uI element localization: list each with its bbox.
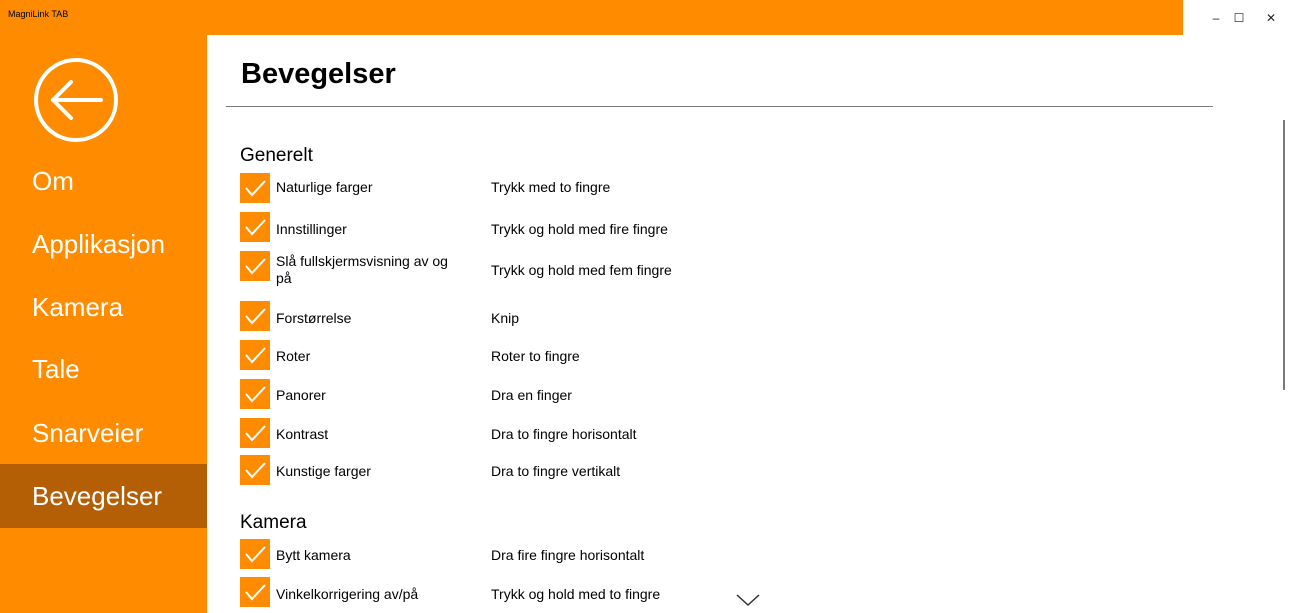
sidebar-item-applikasjon[interactable]: Applikasjon bbox=[0, 212, 207, 276]
gesture-row: Slå fullskjermsvisning av og på Trykk og… bbox=[240, 249, 940, 291]
checkmark-icon bbox=[245, 258, 266, 275]
sidebar-item-kamera[interactable]: Kamera bbox=[0, 275, 207, 339]
gesture-description: Dra to fingre vertikalt bbox=[491, 463, 621, 479]
gesture-description: Trykk og hold med fire fingre bbox=[491, 221, 668, 237]
gesture-description: Trykk og hold med fem fingre bbox=[491, 262, 672, 278]
checkbox[interactable] bbox=[240, 539, 270, 569]
checkmark-icon bbox=[245, 219, 266, 236]
sidebar-item-bevegelser[interactable]: Bevegelser bbox=[0, 464, 207, 528]
checkmark-icon bbox=[245, 584, 266, 601]
back-button[interactable] bbox=[33, 57, 119, 143]
gesture-row: Vinkelkorrigering av/på Trykk og hold me… bbox=[240, 575, 940, 611]
sidebar-item-label: Tale bbox=[32, 354, 80, 384]
checkbox[interactable] bbox=[240, 212, 270, 242]
page-title: Bevegelser bbox=[241, 58, 396, 90]
title-bar: MagniLink TAB – ☐ ✕ bbox=[0, 0, 1293, 35]
sidebar-item-tale[interactable]: Tale bbox=[0, 337, 207, 401]
sidebar-item-label: Snarveier bbox=[32, 418, 144, 448]
sidebar-item-label: Bevegelser bbox=[32, 481, 163, 511]
checkmark-icon bbox=[245, 308, 266, 325]
gesture-row: Roter Roter to fingre bbox=[240, 338, 940, 374]
checkbox[interactable] bbox=[240, 301, 270, 331]
gesture-label: Vinkelkorrigering av/på bbox=[276, 586, 419, 602]
sidebar-item-label: Kamera bbox=[32, 292, 124, 322]
gesture-description: Knip bbox=[491, 310, 520, 326]
gesture-row: Panorer Dra en finger bbox=[240, 377, 940, 413]
gesture-label: Forstørrelse bbox=[276, 310, 352, 326]
main-content: Bevegelser Generelt Naturlige farger Try… bbox=[207, 35, 1293, 613]
chevron-down-icon[interactable] bbox=[735, 592, 761, 608]
checkbox[interactable] bbox=[240, 577, 270, 607]
checkbox[interactable] bbox=[240, 379, 270, 409]
gesture-label: Slå fullskjermsvisning av og på bbox=[276, 253, 448, 286]
checkbox[interactable] bbox=[240, 173, 270, 203]
sidebar-item-label: Om bbox=[32, 166, 74, 196]
gesture-label: Roter bbox=[276, 348, 311, 364]
gesture-description: Dra fire fingre horisontalt bbox=[491, 547, 645, 563]
arrow-left-circle-icon bbox=[34, 58, 118, 142]
gesture-description: Dra to fingre horisontalt bbox=[491, 426, 637, 442]
section-title-generelt: Generelt bbox=[240, 145, 313, 166]
checkbox[interactable] bbox=[240, 455, 270, 485]
maximize-button[interactable]: ☐ bbox=[1222, 0, 1256, 35]
checkbox[interactable] bbox=[240, 340, 270, 370]
sidebar-item-snarveier[interactable]: Snarveier bbox=[0, 401, 207, 465]
title-divider bbox=[226, 106, 1213, 107]
gesture-row: Kontrast Dra to fingre horisontalt bbox=[240, 416, 940, 452]
scrollbar-thumb[interactable] bbox=[1283, 120, 1285, 390]
gesture-description: Dra en finger bbox=[491, 387, 572, 403]
sidebar-item-label: Applikasjon bbox=[32, 229, 165, 259]
checkmark-icon bbox=[245, 180, 266, 197]
checkbox[interactable] bbox=[240, 418, 270, 448]
section-title-kamera: Kamera bbox=[240, 512, 307, 533]
app-title: MagniLink TAB bbox=[8, 9, 69, 19]
gesture-label: Bytt kamera bbox=[276, 547, 351, 563]
gesture-description: Trykk med to fingre bbox=[491, 179, 611, 195]
gesture-row: Bytt kamera Dra fire fingre horisontalt bbox=[240, 537, 940, 573]
gesture-label: Kontrast bbox=[276, 426, 329, 442]
checkmark-icon bbox=[245, 462, 266, 479]
checkmark-icon bbox=[245, 425, 266, 442]
gesture-row: Forstørrelse Knip bbox=[240, 299, 940, 335]
checkmark-icon bbox=[245, 347, 266, 364]
checkmark-icon bbox=[245, 546, 266, 563]
gesture-row: Innstillinger Trykk og hold med fire fin… bbox=[240, 210, 940, 246]
sidebar: Om Applikasjon Kamera Tale Snarveier Bev… bbox=[0, 35, 207, 613]
sidebar-item-om[interactable]: Om bbox=[0, 149, 207, 213]
checkmark-icon bbox=[245, 386, 266, 403]
gesture-label: Naturlige farger bbox=[276, 179, 373, 195]
gesture-label: Panorer bbox=[276, 387, 326, 403]
gesture-row: Naturlige farger Trykk med to fingre bbox=[240, 171, 940, 207]
gesture-description: Trykk og hold med to fingre bbox=[491, 586, 661, 602]
gesture-label: Kunstige farger bbox=[276, 463, 371, 479]
gesture-description: Roter to fingre bbox=[491, 348, 580, 364]
gesture-label: Innstillinger bbox=[276, 221, 347, 237]
gesture-row: Kunstige farger Dra to fingre vertikalt bbox=[240, 453, 940, 489]
close-button[interactable]: ✕ bbox=[1254, 0, 1288, 35]
checkbox[interactable] bbox=[240, 251, 270, 281]
title-bar-accent bbox=[0, 0, 1183, 35]
